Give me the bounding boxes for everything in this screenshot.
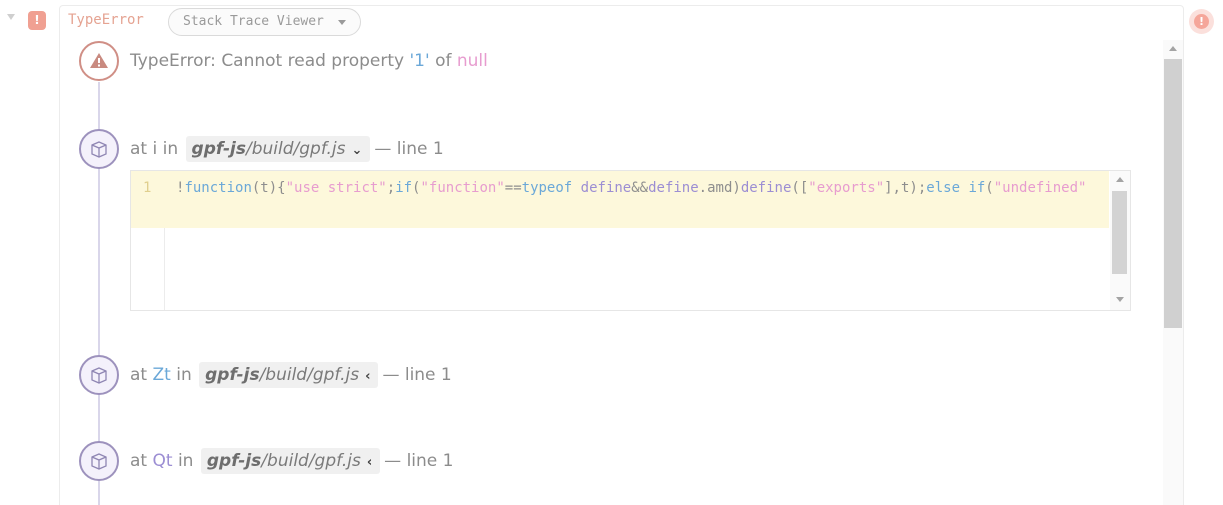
warning-triangle-icon bbox=[90, 53, 108, 68]
chevron-left-icon: ‹ bbox=[365, 369, 371, 384]
frame-package-icon bbox=[79, 129, 119, 169]
warning-icon bbox=[79, 41, 119, 81]
frame-line-number: — line 1 bbox=[384, 451, 454, 471]
frame-in: in bbox=[157, 139, 184, 159]
frame-package-icon bbox=[79, 441, 119, 481]
frame-in: in bbox=[170, 365, 198, 385]
code-token: define bbox=[648, 180, 699, 196]
scroll-up-icon[interactable] bbox=[1169, 46, 1177, 51]
frame-function: Zt bbox=[152, 365, 171, 385]
frame-line-number: — line 1 bbox=[382, 365, 452, 385]
file-path: /build/gpf.js bbox=[245, 139, 346, 159]
code-token: define bbox=[580, 180, 632, 196]
package-box-icon bbox=[91, 453, 107, 470]
code-line-number: 1 bbox=[143, 180, 152, 196]
code-token: if bbox=[395, 180, 413, 196]
exclamation-icon: ! bbox=[28, 11, 46, 30]
code-scroll-thumb[interactable] bbox=[1112, 191, 1127, 274]
error-message-text: TypeError: Cannot read property bbox=[130, 51, 410, 71]
code-token: "function" bbox=[420, 180, 505, 196]
code-token: "exports" bbox=[808, 180, 885, 196]
panel-scrollbar[interactable] bbox=[1163, 40, 1183, 505]
frame-line-number: — line 1 bbox=[374, 139, 444, 159]
error-property: '1' bbox=[409, 51, 430, 71]
file-path: /build/gpf.js bbox=[259, 365, 360, 385]
code-token: ],t); bbox=[884, 180, 927, 196]
code-token: ([ bbox=[791, 180, 809, 196]
frame-in: in bbox=[172, 451, 199, 471]
frame-at: at bbox=[130, 139, 153, 159]
code-token: ; bbox=[386, 180, 396, 196]
chevron-down-icon: ⌄ bbox=[351, 143, 363, 158]
code-token: else bbox=[926, 180, 960, 196]
caret-down-icon bbox=[338, 20, 346, 25]
package-box-icon bbox=[91, 141, 107, 158]
frame-at: at bbox=[130, 365, 153, 385]
collapse-toggle-icon[interactable] bbox=[7, 14, 15, 20]
frame-line: at Zt in gpf-js/build/gpf.js ‹ — line 1 bbox=[130, 362, 452, 388]
code-token: && bbox=[631, 180, 649, 196]
error-message: TypeError: Cannot read property '1' of n… bbox=[130, 51, 488, 71]
error-title: TypeError bbox=[68, 12, 144, 28]
file-repo: gpf-js bbox=[206, 451, 262, 471]
code-token: .amd) bbox=[698, 180, 741, 196]
code-token: function bbox=[184, 180, 252, 196]
code-token: if bbox=[968, 180, 986, 196]
chevron-left-icon: ‹ bbox=[366, 455, 373, 470]
code-token: "use strict" bbox=[285, 180, 387, 196]
code-token: "undefined" bbox=[993, 180, 1087, 196]
scroll-up-icon[interactable] bbox=[1116, 177, 1124, 182]
code-line: !function(t){"use strict";if("function"=… bbox=[176, 180, 1109, 196]
viewer-select-label: Stack Trace Viewer bbox=[183, 14, 324, 29]
frame-line: at Qt in gpf-js/build/gpf.js ‹ — line 1 bbox=[130, 448, 453, 474]
code-token: == bbox=[504, 180, 522, 196]
frame-at: at bbox=[130, 451, 153, 471]
panel-scroll-thumb[interactable] bbox=[1164, 59, 1182, 328]
code-token: define bbox=[740, 180, 792, 196]
code-preview: 1 !function(t){"use strict";if("function… bbox=[130, 170, 1131, 311]
file-chip[interactable]: gpf-js/build/gpf.js ⌄ bbox=[185, 136, 371, 162]
file-path: /build/gpf.js bbox=[261, 451, 361, 471]
file-repo: gpf-js bbox=[191, 139, 246, 159]
package-box-icon bbox=[91, 367, 107, 384]
code-token: ( bbox=[985, 180, 994, 196]
frame-function: Qt bbox=[152, 451, 173, 471]
code-token: typeof bbox=[521, 180, 573, 196]
file-chip[interactable]: gpf-js/build/gpf.js ‹ bbox=[199, 362, 379, 388]
scroll-down-icon[interactable] bbox=[1116, 297, 1124, 302]
frame-package-icon bbox=[79, 355, 119, 395]
file-chip[interactable]: gpf-js/build/gpf.js ‹ bbox=[200, 448, 381, 474]
file-repo: gpf-js bbox=[205, 365, 260, 385]
error-message-of: of bbox=[429, 51, 457, 71]
error-status-icon: ! bbox=[1189, 9, 1214, 34]
error-value: null bbox=[456, 51, 488, 71]
viewer-select[interactable]: Stack Trace Viewer bbox=[168, 8, 361, 36]
code-scrollbar[interactable] bbox=[1110, 171, 1130, 310]
code-token: (t){ bbox=[251, 180, 286, 196]
frame-line: at i in gpf-js/build/gpf.js ⌄ — line 1 bbox=[130, 136, 444, 162]
